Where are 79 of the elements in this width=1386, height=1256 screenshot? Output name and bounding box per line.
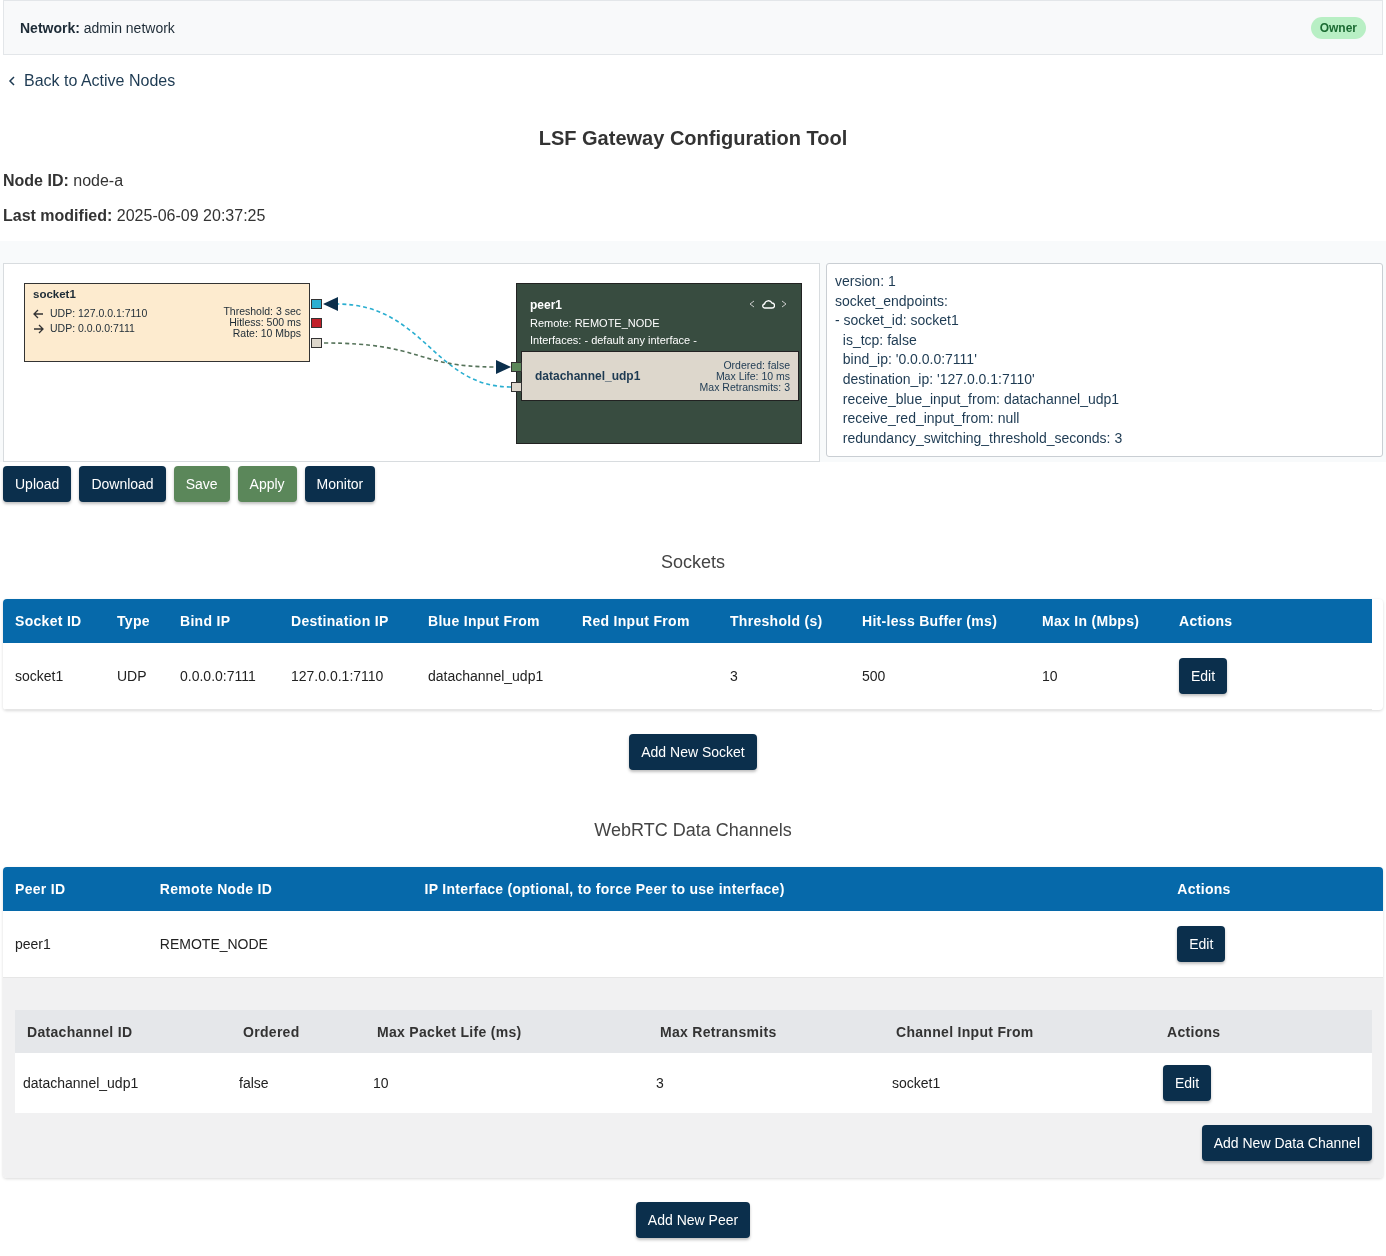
role-badge: Owner	[1310, 16, 1366, 39]
node-detail: Remote: REMOTE_NODE	[530, 317, 661, 329]
section-heading: Sockets	[660, 552, 726, 573]
edit-button[interactable]: Edit	[1177, 926, 1226, 962]
right-arrow-icon	[33, 323, 44, 334]
node-id-label: Node ID: node-a	[3, 172, 125, 190]
datachannel-node[interactable]: datachannel_udp1 Ordered: false Max Life: 10 ms Max Retransmits: 3	[521, 351, 799, 401]
column-header: Channel Input From	[884, 1010, 1155, 1053]
section-heading: WebRTC Data Channels	[593, 820, 793, 841]
table-cell: 127.0.0.1:7110	[279, 643, 416, 710]
port[interactable]	[511, 382, 522, 392]
toolbar-button[interactable]: Monitor	[304, 466, 376, 502]
port[interactable]	[311, 299, 322, 309]
column-header: Hit-less Buffer (ms)	[850, 599, 1030, 643]
column-header: Remote Node ID	[147, 867, 413, 911]
toolbar-button[interactable]: Save	[173, 466, 230, 502]
column-header: Ordered	[231, 1010, 365, 1053]
column-header: Bind IP	[168, 599, 279, 643]
table-cell: 500	[850, 643, 1030, 710]
back-link[interactable]: Back to Active Nodes	[8, 72, 176, 90]
column-header: Max In (Mbps)	[1030, 599, 1167, 643]
add-peer-button[interactable]: Add New Peer	[635, 1202, 751, 1238]
column-header: Socket ID	[3, 599, 105, 643]
column-header: Actions	[1167, 599, 1372, 643]
table-cell: peer1	[3, 911, 148, 978]
add-data-channel-button[interactable]: Add New Data Channel	[1201, 1125, 1372, 1161]
table-cell: 10	[365, 1053, 648, 1113]
table-cell: 3	[648, 1053, 884, 1113]
column-header: Datachannel ID	[15, 1010, 231, 1053]
table-cell: 10	[1030, 643, 1167, 710]
node-stat: Rate: 10 Mbps	[231, 328, 301, 339]
column-header: Max Packet Life (ms)	[365, 1010, 648, 1053]
table-cell: false	[231, 1053, 365, 1113]
table-cell: 3	[718, 643, 850, 710]
table-cell: socket1	[3, 643, 105, 710]
chevron-left-icon[interactable]	[749, 300, 755, 308]
left-arrow-icon	[33, 308, 44, 319]
toolbar-button[interactable]: Download	[79, 466, 166, 502]
table-cell: 0.0.0.0:7111	[168, 643, 279, 710]
endpoint-label: UDP: 127.0.0.1:7110	[50, 306, 148, 321]
port[interactable]	[311, 338, 322, 348]
table-cell: UDP	[105, 643, 168, 710]
last-modified-label: Last modified: 2025-06-09 20:37:25	[3, 207, 267, 225]
column-header: Blue Input From	[416, 599, 570, 643]
node-stat: Max Retransmits: 3	[699, 381, 790, 393]
node-title: socket1	[33, 288, 77, 300]
table-cell: datachannel_udp1	[416, 643, 570, 710]
column-header: Threshold (s)	[718, 599, 850, 643]
node-title: datachannel_udp1	[535, 369, 641, 383]
network-label: Network: admin network	[20, 19, 175, 36]
socket-node[interactable]: socket1 UDP: 127.0.0.1:7110 UDP: 0.0.0.0:7111 Threshold: 3 sec Hitless: 500 ms Rate: 10 Mbps	[24, 283, 310, 362]
column-header: Destination IP	[279, 599, 416, 643]
node-detail: Interfaces: - default any interface -	[530, 334, 698, 346]
column-header: Max Retransmits	[648, 1010, 884, 1053]
toolbar-button[interactable]: Apply	[237, 466, 297, 502]
column-header: Actions	[1165, 867, 1383, 911]
add-socket-button[interactable]: Add New Socket	[629, 734, 757, 770]
edit-button[interactable]: Edit	[1179, 658, 1228, 694]
chevron-left-icon	[8, 76, 16, 86]
column-header: IP Interface (optional, to force Peer to use interface)	[412, 867, 1166, 911]
node-stat: Hitless: 500 ms	[228, 317, 301, 328]
node-stat: Ordered: false	[722, 359, 790, 371]
yaml-editor[interactable]: version: 1 socket_endpoints: - socket_id: socket1 is_tcp: false bind_ip: '0.0.0.0:7111' destination_ip: '127.0.0.1:7110' receive_blue_input_from: datachannel_udp1 receive_red_input_from: null redundancy_switching_threshold_seconds: 3	[826, 263, 1383, 458]
toolbar-button[interactable]: Upload	[3, 466, 72, 502]
column-header: Peer ID	[3, 867, 148, 911]
endpoint-label: UDP: 0.0.0.0:7111	[50, 321, 135, 336]
column-header: Red Input From	[570, 599, 718, 643]
edit-button[interactable]: Edit	[1163, 1065, 1212, 1101]
chevron-right-icon[interactable]	[781, 300, 787, 308]
table-cell: REMOTE_NODE	[147, 911, 413, 978]
node-stat: Max Life: 10 ms	[714, 370, 790, 382]
node-stat: Threshold: 3 sec	[223, 306, 301, 317]
cloud-icon[interactable]	[761, 298, 775, 310]
page-title: LSF Gateway Configuration Tool	[537, 127, 849, 150]
column-header: Type	[105, 599, 168, 643]
table-cell: socket1	[884, 1053, 1155, 1113]
column-header: Actions	[1155, 1010, 1372, 1053]
node-title: peer1	[530, 298, 563, 312]
table-cell: datachannel_udp1	[15, 1053, 231, 1113]
